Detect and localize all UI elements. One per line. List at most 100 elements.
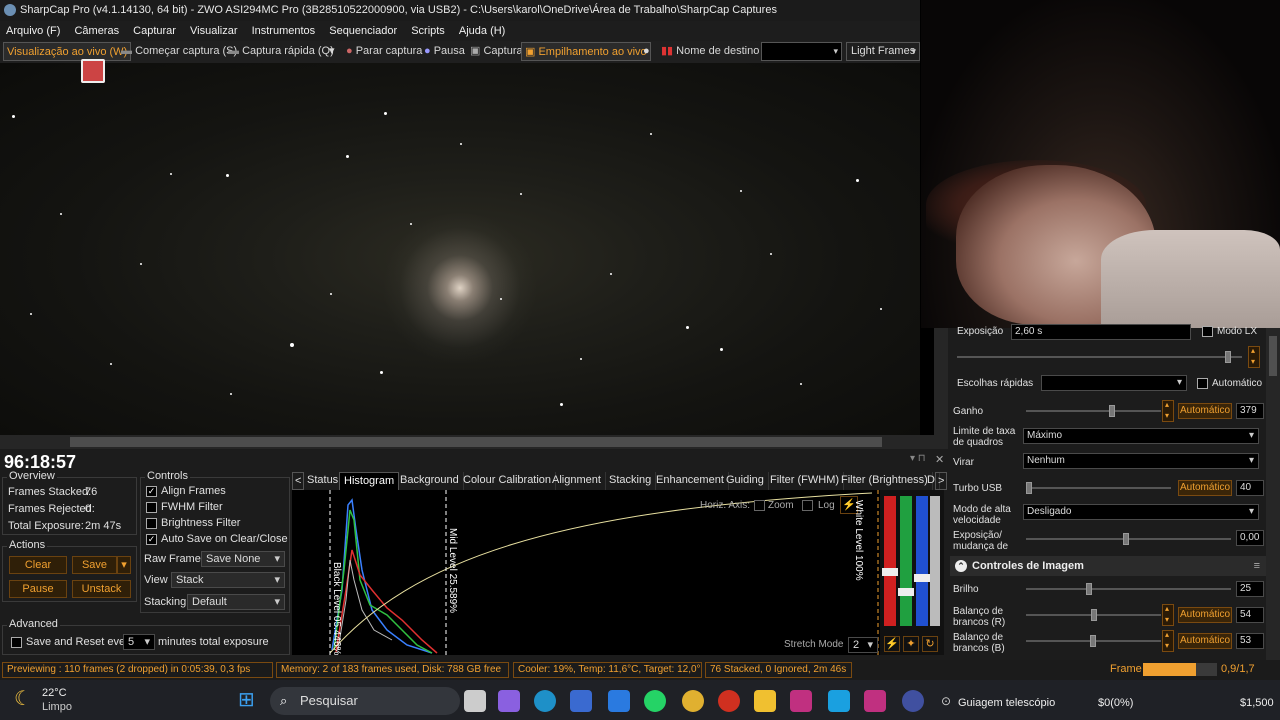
guide-label[interactable]: Guiagem telescópio [958,697,1055,709]
turbo-usb-slider[interactable] [1026,482,1171,494]
live-stack-button[interactable]: ▣ Empilhamento ao vivo [521,42,651,61]
exposure-select[interactable]: 2,60 s [1011,324,1191,340]
clear-button[interactable]: Clear [9,556,67,574]
gain-spinner[interactable] [1162,400,1174,422]
zoom-checkbox[interactable] [754,500,765,511]
turbo-auto-button[interactable]: Automático [1178,480,1232,496]
slider-knob[interactable] [1225,351,1231,363]
menu-scripts[interactable]: Scripts [411,25,445,37]
save-dropdown[interactable]: ▾ [117,556,131,574]
copilot-icon[interactable] [498,690,520,712]
wb-red-slider[interactable] [1026,609,1161,621]
app-blue-icon[interactable] [828,690,850,712]
menu-sequenciador[interactable]: Sequenciador [329,25,397,37]
panel-close-icon[interactable]: ✕ [935,453,944,466]
align-frames-checkbox[interactable]: ✓ [146,486,157,497]
tab-status[interactable]: Status [303,472,344,490]
wb-blue-value[interactable]: 53 [1236,633,1264,649]
app-icon[interactable] [608,690,630,712]
menu-arquivo[interactable]: Arquivo (F) [6,25,60,37]
log-checkbox[interactable] [802,500,813,511]
target-name-select[interactable] [761,42,842,61]
stretch-mode-select[interactable]: 2 [848,637,878,653]
scrollbar-thumb[interactable] [70,437,882,447]
frame-type-select[interactable]: Light Frames [846,42,920,61]
red-level-bar[interactable] [884,496,896,626]
save-reset-checkbox[interactable] [11,637,22,648]
minutes-input[interactable]: 5 [123,634,155,650]
wb-red-value[interactable]: 54 [1236,607,1264,623]
scrollbar-thumb[interactable] [1269,336,1277,376]
menu-icon[interactable]: ≡ [1254,556,1260,576]
exposure-spinner[interactable] [1248,346,1260,368]
app-pink2-icon[interactable] [864,690,886,712]
red-handle[interactable] [882,568,898,576]
menu-visualizar[interactable]: Visualizar [190,25,238,37]
pause-stack-button[interactable]: Pause [9,580,67,598]
wb-blue-slider[interactable] [1026,635,1161,647]
tab-enhancement[interactable]: Enhancement [652,472,729,490]
high-speed-select[interactable]: Desligado [1023,504,1259,520]
quick-capture-button[interactable]: ▬ Captura rápida (Q) [225,42,337,61]
tab-stacking[interactable]: Stacking [605,472,657,490]
panel-pin-icon[interactable]: ▾ ⊓ [910,453,926,464]
auto-exposure-checkbox[interactable] [1197,378,1208,389]
folder-icon[interactable] [754,690,776,712]
exposure-gain-value[interactable]: 0,00 [1236,530,1264,546]
stellarium-icon[interactable] [902,690,924,712]
lum-level-bar[interactable] [930,496,940,626]
live-view-button[interactable]: Visualização ao vivo (W) [3,42,132,61]
guide-icon[interactable]: ⊙ [941,694,951,708]
gain-auto-button[interactable]: Automático [1178,403,1232,419]
whatsapp-icon[interactable] [644,690,666,712]
task-view-icon[interactable] [464,690,486,712]
wb-red-spinner[interactable] [1162,604,1174,626]
tabs-scroll-right[interactable]: > [935,472,948,490]
slider-knob[interactable] [1086,583,1092,595]
save-button[interactable]: Save [72,556,117,574]
slider-knob[interactable] [1109,405,1115,417]
stack-overlay-icon[interactable] [81,59,105,83]
tab-alignment[interactable]: Alignment [548,472,606,490]
tab-filter-fwhm[interactable]: Filter (FWHM) [766,472,845,490]
wb-red-auto-button[interactable]: Automático [1178,607,1232,623]
weather-temp[interactable]: 22°C [42,687,67,699]
preview-horizontal-scrollbar[interactable] [0,435,934,449]
slider-knob[interactable] [1091,609,1097,621]
lx-mode-checkbox[interactable] [1202,326,1213,337]
brightness-slider[interactable] [1026,583,1231,595]
weather-desc[interactable]: Limpo [42,701,72,713]
blue-level-bar[interactable] [916,496,928,626]
image-controls-header[interactable]: ⌃ Controles de Imagem ≡ [950,556,1266,576]
control-panel-scrollbar[interactable] [1266,328,1280,660]
tab-filter-brightness[interactable]: Filter (Brightness) [837,472,933,490]
menu-cameras[interactable]: Câmeras [74,25,119,37]
lightning-icon[interactable]: ⚡ [884,636,900,652]
slider-knob[interactable] [1090,635,1096,647]
flip-select[interactable]: Nenhum [1023,453,1259,469]
histogram-chart[interactable]: Black Level 05.446% Mid Level 25.589% Ho… [292,490,880,655]
blue-handle[interactable] [914,574,930,582]
windows-start-icon[interactable]: ⊞ [238,690,258,710]
quick-capture-dropdown[interactable]: ▾ [326,42,338,61]
stacking-select[interactable]: Default [187,594,285,610]
wb-blue-spinner[interactable] [1162,630,1174,652]
target-name-button[interactable]: ▮▮ Nome de destino [658,42,762,61]
view-select[interactable]: Stack [171,572,285,588]
tab-colour-calibration[interactable]: Colour Calibration [459,472,557,490]
live-preview-image[interactable] [0,63,920,435]
auto-save-checkbox[interactable]: ✓ [146,534,157,545]
green-handle[interactable] [898,588,914,596]
chrome-icon[interactable] [682,690,704,712]
tab-guiding[interactable]: Guiding [722,472,769,490]
capture-button[interactable]: ▣ Captura [467,42,526,61]
edge-icon[interactable] [534,690,556,712]
store-icon[interactable] [570,690,592,712]
slider-knob[interactable] [1123,533,1129,545]
app-pink-icon[interactable] [790,690,812,712]
menu-capturar[interactable]: Capturar [133,25,176,37]
brightness-filter-checkbox[interactable] [146,518,157,529]
raw-frames-select[interactable]: Save None [201,551,285,567]
pause-button[interactable]: ● Pausa [421,42,468,61]
turbo-usb-value[interactable]: 40 [1236,480,1264,496]
